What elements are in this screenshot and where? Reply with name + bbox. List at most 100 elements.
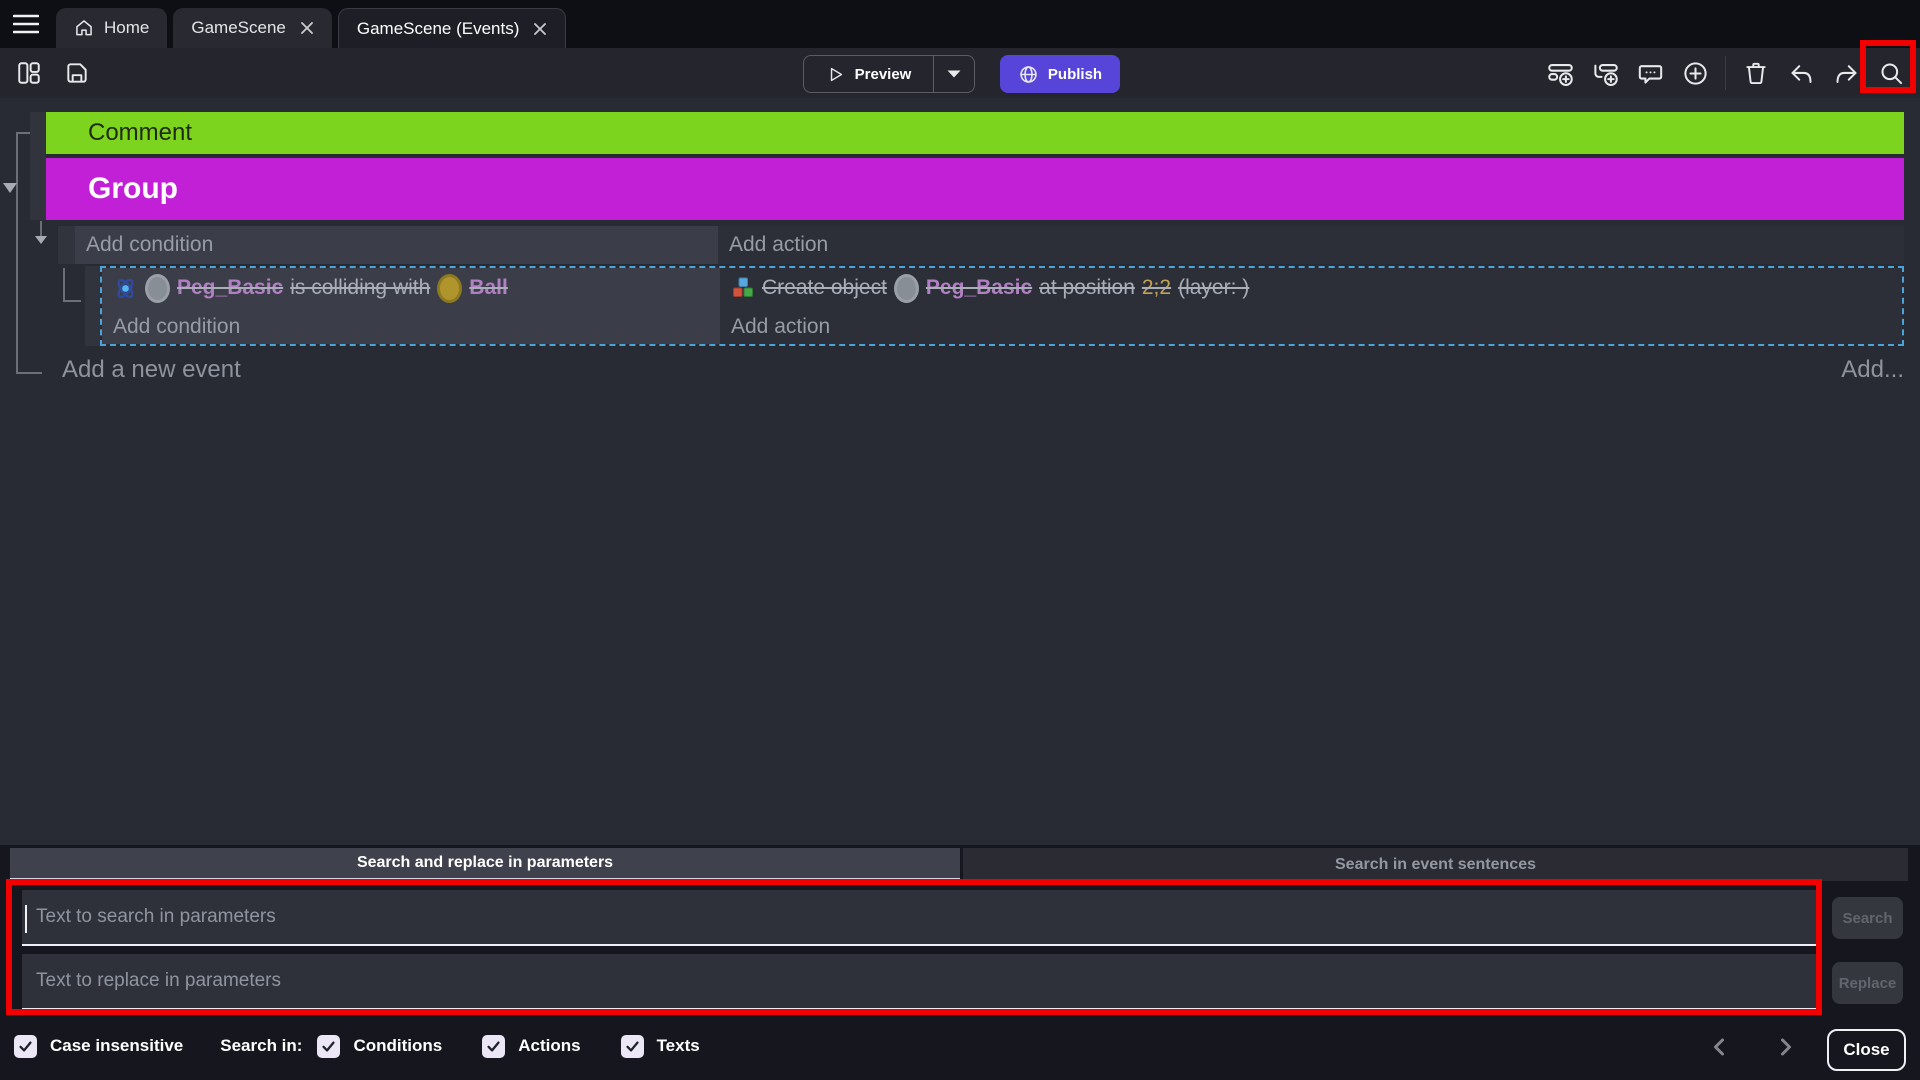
play-icon [826,65,845,84]
text-caret [25,905,27,933]
toolbar-right [1545,48,1906,98]
condition-sentence[interactable]: Peg_Basic is colliding with Ball [102,268,720,308]
event-collapse-toggle[interactable] [35,236,47,244]
delete-button[interactable] [1741,58,1771,88]
replace-input[interactable] [22,954,1818,1010]
tab-search-event-sentences[interactable]: Search in event sentences [963,848,1908,881]
check-icon [320,1038,337,1055]
tab-gamescene-events[interactable]: GameScene (Events) [338,8,567,48]
choose-and-add-event-button[interactable] [1680,58,1710,88]
add-condition-link[interactable]: Add condition [75,226,718,264]
actions-label[interactable]: Actions [518,1036,580,1056]
hamburger-icon [13,13,39,35]
add-new-event-link[interactable]: Add a new event [62,356,241,384]
action-position-value: 2;2 [1142,276,1171,300]
preview-options-button[interactable] [934,69,974,79]
next-result-button[interactable] [1773,1034,1799,1060]
globe-icon [1018,64,1039,85]
texts-label[interactable]: Texts [657,1036,700,1056]
physics-icon [113,276,138,301]
undo-button[interactable] [1786,58,1816,88]
preview-button[interactable]: Preview [803,55,975,93]
publish-label: Publish [1048,66,1102,83]
action-object: Peg_Basic [926,276,1032,300]
add-comment-button[interactable] [1635,58,1665,88]
add-circle-icon [1682,60,1709,87]
condition-object: Ball [469,276,508,300]
add-subevent-button[interactable] [1590,58,1620,88]
conditions-checkbox[interactable] [317,1035,340,1058]
chevron-down-icon [946,69,962,79]
close-icon [533,22,547,36]
add-subevent-icon [1592,60,1619,87]
action-verb: Create object [762,276,887,300]
actions-checkbox[interactable] [482,1035,505,1058]
tree-line [63,300,81,302]
chevron-left-icon [1711,1037,1727,1057]
tab-bar: Home GameScene GameScene (Events) [0,0,1920,48]
comment-icon [1637,60,1664,87]
add-action-link[interactable]: Add action [720,308,1902,346]
tab-label: GameScene (Events) [357,19,520,39]
search-input[interactable] [22,890,1818,946]
action-layer-text: (layer: ) [1178,276,1249,300]
event-actions-cell: Create object Peg_Basic at position 2;2 … [720,268,1902,344]
tab-label: GameScene [191,18,286,38]
event-conditions-cell: Add condition [75,226,718,264]
event-drag-handle[interactable] [30,112,46,220]
tab-search-replace-parameters[interactable]: Search and replace in parameters [10,848,960,881]
group-event[interactable]: Group [46,158,1904,220]
action-sentence[interactable]: Create object Peg_Basic at position 2;2 … [720,268,1902,308]
save-button[interactable] [62,58,92,88]
add-more-link[interactable]: Add... [1841,356,1904,384]
check-icon [624,1038,641,1055]
add-condition-link[interactable]: Add condition [102,308,720,346]
comment-event[interactable]: Comment [46,112,1904,154]
project-manager-button[interactable] [14,58,44,88]
add-event-button[interactable] [1545,58,1575,88]
events-sheet: Comment Group Add condition Add action P… [0,98,1920,845]
toolbar-divider [1725,56,1726,90]
search-events-button[interactable] [1876,58,1906,88]
publish-button[interactable]: Publish [1000,55,1120,93]
close-icon [300,21,314,35]
close-tab-button[interactable] [533,22,547,36]
case-insensitive-label[interactable]: Case insensitive [50,1036,183,1056]
main-menu-button[interactable] [10,10,42,38]
toolbar: Preview Publish [0,48,1920,98]
search-panel: Search and replace in parameters Search … [0,845,1920,1080]
tab-gamescene[interactable]: GameScene [173,8,332,48]
event-drag-handle[interactable] [58,226,75,264]
texts-checkbox[interactable] [621,1035,644,1058]
event-conditions-cell: Peg_Basic is colliding with Ball Add con… [102,268,720,344]
replace-button[interactable]: Replace [1832,962,1903,1004]
home-icon [74,18,94,38]
event-drag-handle[interactable] [85,266,100,346]
add-action-link[interactable]: Add action [718,226,1904,264]
search-button[interactable]: Search [1832,897,1903,939]
undo-icon [1788,60,1815,87]
search-icon [1878,60,1905,87]
redo-button[interactable] [1831,58,1861,88]
object-thumbnail-peg-basic [894,274,919,303]
tab-home[interactable]: Home [56,8,167,48]
case-insensitive-checkbox[interactable] [14,1035,37,1058]
group-collapse-toggle[interactable] [3,183,17,193]
conditions-label[interactable]: Conditions [353,1036,442,1056]
tree-line [16,132,18,374]
selected-event[interactable]: Peg_Basic is colliding with Ball Add con… [100,266,1904,346]
close-tab-button[interactable] [300,21,314,35]
gdevelop-window: Home GameScene GameScene (Events) [0,0,1920,1080]
close-button[interactable]: Close [1827,1029,1906,1071]
redo-icon [1833,60,1860,87]
search-options: Case insensitive Search in: Conditions A… [14,1030,700,1062]
condition-object: Peg_Basic [177,276,283,300]
action-text: at position [1039,276,1135,300]
preview-main[interactable]: Preview [804,65,933,84]
tab-strip: Home GameScene GameScene (Events) [56,8,566,48]
toolbar-left [14,48,92,98]
tree-line [40,221,42,236]
previous-result-button[interactable] [1706,1034,1732,1060]
create-object-icon [731,276,755,300]
save-icon [64,60,90,86]
